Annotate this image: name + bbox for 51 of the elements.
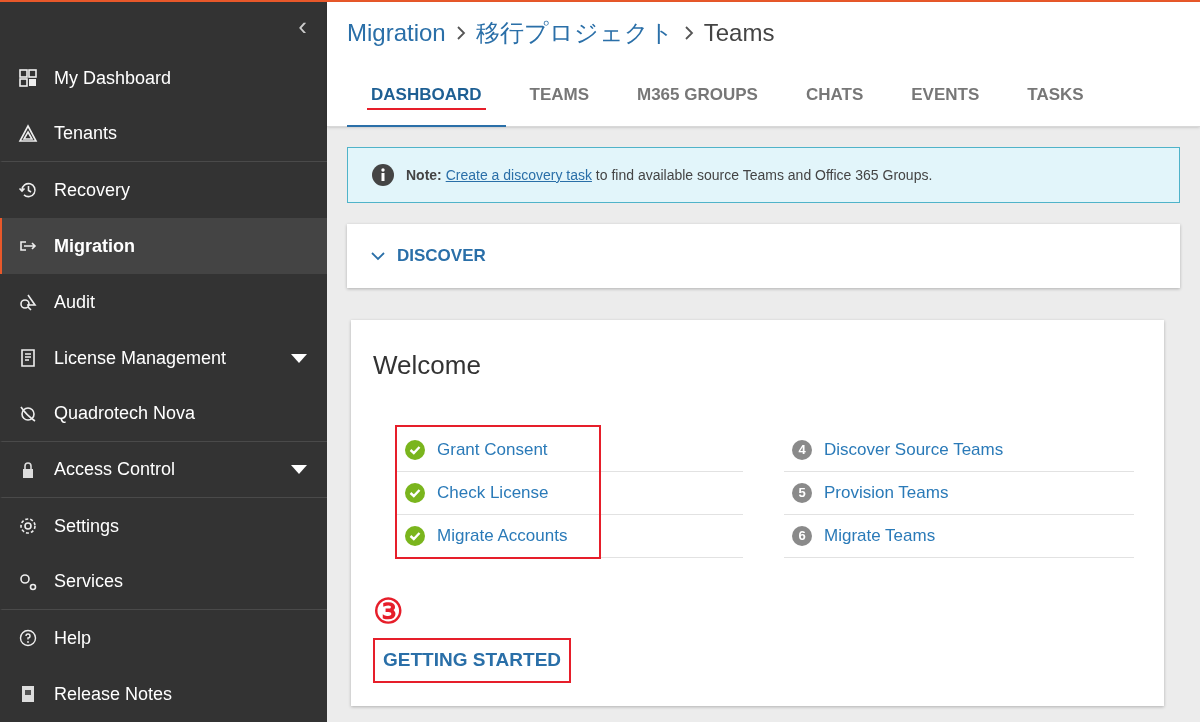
sidebar-item[interactable]: My Dashboard bbox=[0, 50, 327, 106]
sidebar-item[interactable]: Release Notes bbox=[0, 666, 327, 722]
step-number: 6 bbox=[792, 526, 812, 546]
gears-icon bbox=[18, 571, 38, 592]
sidebar-item[interactable]: Access Control bbox=[0, 442, 327, 498]
dashboard-icon bbox=[18, 68, 38, 88]
tab[interactable]: EVENTS bbox=[887, 64, 1004, 127]
step-link[interactable]: Migrate Accounts bbox=[437, 523, 568, 549]
sidebar-item[interactable]: License Management bbox=[0, 330, 327, 386]
search-icon bbox=[18, 292, 38, 312]
step-link[interactable]: Check License bbox=[437, 480, 549, 506]
tab[interactable]: DASHBOARD bbox=[347, 64, 506, 127]
breadcrumb-current: Teams bbox=[703, 18, 775, 48]
tab[interactable]: TEAMS bbox=[505, 64, 613, 127]
discover-toggle[interactable]: DISCOVER bbox=[371, 243, 486, 269]
settings-icon bbox=[18, 516, 38, 536]
step-link[interactable]: Discover Source Teams bbox=[824, 437, 1004, 463]
sidebar-item[interactable]: Tenants bbox=[0, 106, 327, 162]
getting-started-link[interactable]: GETTING STARTED bbox=[373, 638, 572, 683]
step-number: 4 bbox=[792, 440, 812, 460]
sidebar-item[interactable]: Help bbox=[0, 610, 327, 666]
sidebar-item[interactable]: Audit bbox=[0, 274, 327, 330]
step-number: 5 bbox=[792, 483, 812, 503]
triangle-icon bbox=[18, 123, 38, 144]
sidebar-item[interactable]: Settings bbox=[0, 498, 327, 554]
tab[interactable]: TASKS bbox=[1003, 64, 1108, 127]
step-link[interactable]: Provision Teams bbox=[824, 480, 949, 506]
tab[interactable]: CHATS bbox=[781, 64, 888, 127]
sidebar-item[interactable]: Quadrotech Nova bbox=[0, 386, 327, 442]
collapse-button[interactable]: ‹ bbox=[298, 13, 307, 39]
welcome-title: Welcome bbox=[373, 349, 482, 382]
sidebar-item[interactable]: Migration bbox=[0, 218, 327, 274]
chevron-down-icon bbox=[371, 251, 385, 261]
breadcrumb-link[interactable]: 移行プロジェクト bbox=[475, 15, 674, 51]
annotation-number: ③ bbox=[373, 594, 403, 628]
tab[interactable]: M365 GROUPS bbox=[613, 64, 782, 127]
caret-down-icon bbox=[291, 353, 307, 363]
document-icon bbox=[18, 348, 38, 368]
discovery-task-link[interactable]: Create a discovery task bbox=[445, 166, 592, 183]
info-icon bbox=[372, 164, 394, 186]
chevron-right-icon bbox=[455, 25, 466, 41]
sidebar-item[interactable]: Recovery bbox=[0, 162, 327, 218]
note-text: Note: Create a discovery task to find available source Teams and Office 365 Groups. bbox=[406, 165, 933, 185]
help-icon bbox=[18, 628, 38, 648]
sidebar-item[interactable]: Services bbox=[0, 554, 327, 610]
caret-down-icon bbox=[291, 465, 307, 474]
step-link[interactable]: Grant Consent bbox=[437, 437, 548, 463]
breadcrumb-link[interactable]: Migration bbox=[347, 15, 446, 51]
history-icon bbox=[18, 180, 38, 200]
chevron-right-icon bbox=[683, 25, 694, 41]
step-link[interactable]: Migrate Teams bbox=[824, 523, 936, 549]
